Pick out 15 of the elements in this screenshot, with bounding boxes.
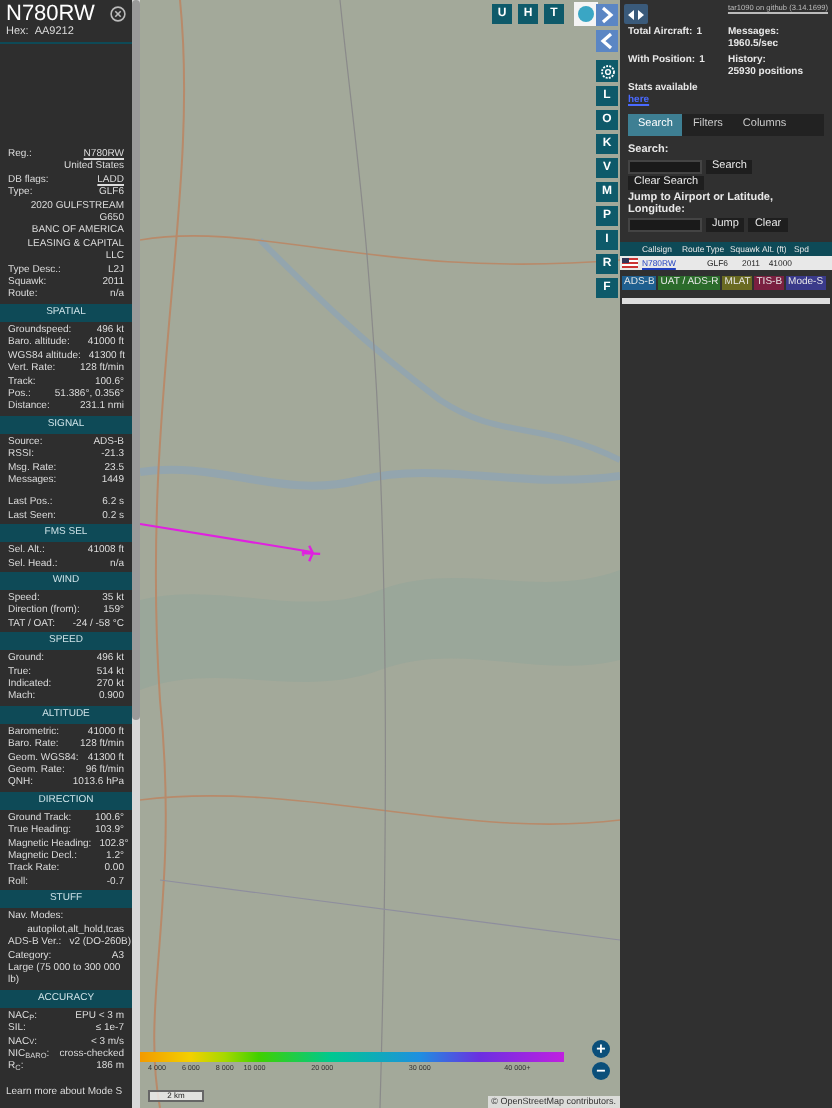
left-right-arrows-icon: [628, 9, 644, 19]
chevron-left-icon: [600, 32, 614, 50]
chevron-right-icon: [600, 6, 614, 24]
settings-icon: [599, 63, 615, 79]
flag-icon: [622, 258, 638, 269]
search-field[interactable]: [628, 160, 702, 175]
panel-toggle-button[interactable]: [596, 4, 618, 26]
close-icon[interactable]: [110, 6, 126, 22]
expand-button[interactable]: [624, 4, 648, 24]
panel-toggle-button[interactable]: [596, 30, 618, 52]
settings-button[interactable]: [596, 60, 618, 82]
aircraft-callsign: N780RW: [6, 2, 95, 26]
jump-field[interactable]: [628, 218, 702, 233]
horizontal-scrollbar[interactable]: [622, 298, 830, 305]
scrollbar[interactable]: [132, 0, 140, 1108]
